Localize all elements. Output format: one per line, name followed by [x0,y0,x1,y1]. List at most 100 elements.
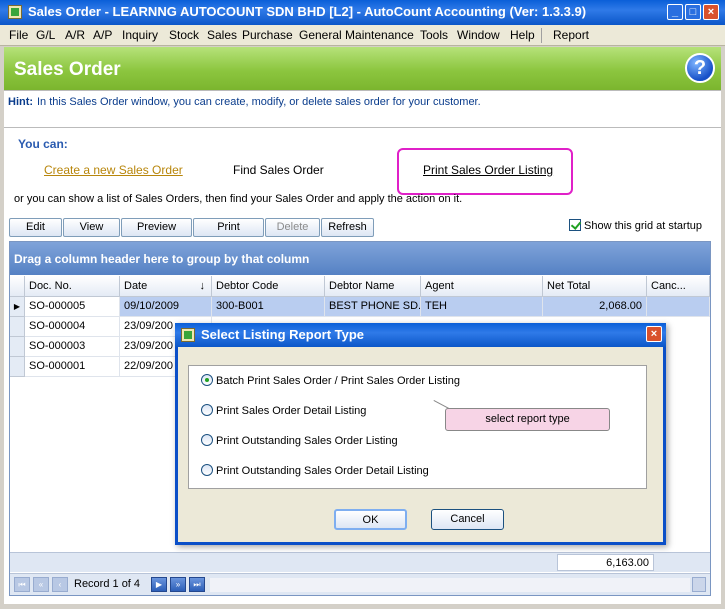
dialog-title: Select Listing Report Type [201,327,365,342]
hint-label: Hint: [8,96,34,108]
prev-page-icon[interactable]: « [33,577,49,592]
minimize-button[interactable]: _ [667,4,683,20]
hint-text: In this Sales Order window, you can crea… [37,96,481,108]
option-label: Print Outstanding Sales Order Detail Lis… [216,465,429,477]
dialog-icon [181,328,195,342]
menu-general-maintenance[interactable]: General Maintenance [299,28,414,42]
menu-sales[interactable]: Sales [207,28,237,42]
option-label: Print Outstanding Sales Order Listing [216,435,398,447]
next-page-icon[interactable]: » [170,577,186,592]
select-listing-dialog: Select Listing Report Type × Batch Print… [175,323,666,545]
last-record-icon[interactable]: ⏭ [189,577,205,592]
column-debtor-name[interactable]: Debtor Name [325,276,421,297]
column-cancelled[interactable]: Canc... [647,276,710,297]
option-outstanding-detail-listing[interactable]: Print Outstanding Sales Order Detail Lis… [201,464,429,477]
row-indicator [10,337,25,357]
menu-purchase[interactable]: Purchase [242,28,293,42]
maximize-button[interactable]: □ [685,4,701,20]
cell-doc-no[interactable]: SO-000004 [25,317,120,337]
cell-agent[interactable]: TEH [421,297,543,317]
option-label: Print Sales Order Detail Listing [216,405,367,417]
callout-note: select report type [445,408,610,431]
show-grid-checkbox[interactable] [569,219,581,231]
menu-window[interactable]: Window [457,28,500,42]
menu-ap[interactable]: A/P [93,28,112,42]
app-icon [8,5,22,19]
page-title: Sales Order [14,59,121,80]
show-grid-label: Show this grid at startup [584,220,703,232]
preview-button[interactable]: Preview [121,218,192,237]
view-button[interactable]: View [63,218,120,237]
radio-icon[interactable] [201,464,213,476]
option-detail-listing[interactable]: Print Sales Order Detail Listing [201,404,366,417]
cell-doc-no[interactable]: SO-000001 [25,357,120,377]
column-date[interactable]: Date ↓ [120,276,212,297]
current-row-icon: ▶ [10,297,25,317]
menu-help[interactable]: Help [510,28,535,42]
column-debtor-code[interactable]: Debtor Code [212,276,325,297]
next-record-icon[interactable]: ▶ [151,577,167,592]
delete-button[interactable]: Delete [265,218,320,237]
refresh-button[interactable]: Refresh [321,218,374,237]
dialog-title-bar: Select Listing Report Type × [175,323,666,347]
column-net-total[interactable]: Net Total [543,276,647,297]
column-agent[interactable]: Agent [421,276,543,297]
print-button[interactable]: Print [193,218,264,237]
cell-net-total[interactable]: 2,068.00 [543,297,647,317]
menu-gl[interactable]: G/L [36,28,55,42]
record-counter: Record 1 of 4 [74,578,141,590]
you-can-label: You can: [18,137,68,151]
table-row[interactable]: ▶ SO-000005 09/10/2009 300-B001 BEST PHO… [10,297,710,317]
cell-doc-no[interactable]: SO-000003 [25,337,120,357]
radio-icon[interactable] [201,374,213,386]
cell-doc-no[interactable]: SO-000005 [25,297,120,317]
help-icon[interactable]: ? [685,53,715,83]
menu-file[interactable]: File [9,28,28,42]
edit-button[interactable]: Edit [9,218,62,237]
close-button[interactable]: × [703,4,719,20]
cell-debtor-code[interactable]: 300-B001 [212,297,325,317]
net-total-summary: 6,163.00 [557,554,654,571]
option-batch-print[interactable]: Batch Print Sales Order / Print Sales Or… [201,374,460,387]
row-indicator [10,357,25,377]
horizontal-scrollbar[interactable] [210,578,690,592]
first-record-icon[interactable]: ⏮ [14,577,30,592]
option-outstanding-listing[interactable]: Print Outstanding Sales Order Listing [201,434,398,447]
radio-icon[interactable] [201,404,213,416]
show-grid-option[interactable]: Show this grid at startup [569,219,702,232]
window-title: Sales Order - LEARNNG AUTOCOUNT SDN BHD … [28,4,587,19]
dialog-close-button[interactable]: × [646,326,662,342]
column-doc-no[interactable]: Doc. No. [25,276,120,297]
report-type-group: Batch Print Sales Order / Print Sales Or… [188,365,647,489]
menu-bar: File G/L A/R A/P Inquiry Stock Sales Pur… [0,25,725,46]
cancel-button[interactable]: Cancel [431,509,504,530]
cell-cancelled[interactable] [647,297,710,317]
menu-inquiry[interactable]: Inquiry [122,28,158,42]
radio-icon[interactable] [201,434,213,446]
cell-debtor-name[interactable]: BEST PHONE SD... [325,297,421,317]
grid-footer: 6,163.00 [10,552,710,572]
print-sales-order-listing-link[interactable]: Print Sales Order Listing [423,163,553,177]
header-indicator [10,276,25,297]
header-band: Sales Order ? [4,47,721,90]
info-text: or you can show a list of Sales Orders, … [14,193,463,205]
option-label: Batch Print Sales Order / Print Sales Or… [216,375,460,387]
title-bar: Sales Order - LEARNNG AUTOCOUNT SDN BHD … [0,0,725,25]
create-sales-order-link[interactable]: Create a new Sales Order [44,163,183,177]
menu-stock[interactable]: Stock [169,28,199,42]
group-panel[interactable]: Drag a column header here to group by th… [10,242,710,275]
column-date-label: Date [124,280,148,292]
ok-button[interactable]: OK [334,509,407,530]
menu-tools[interactable]: Tools [420,28,448,42]
prev-record-icon[interactable]: ‹ [52,577,68,592]
menu-separator [541,28,542,43]
sort-icon: ↓ [199,280,206,292]
row-indicator [10,317,25,337]
find-sales-order-link[interactable]: Find Sales Order [233,163,324,177]
menu-report[interactable]: Report [553,28,589,42]
record-navigator: ⏮ « ‹ Record 1 of 4 ▶ » ⏭ [10,573,710,595]
cell-date[interactable]: 09/10/2009 [120,297,212,317]
scroll-right-button[interactable] [692,577,706,592]
hint-panel: Hint: In this Sales Order window, you ca… [4,90,721,128]
menu-ar[interactable]: A/R [65,28,85,42]
